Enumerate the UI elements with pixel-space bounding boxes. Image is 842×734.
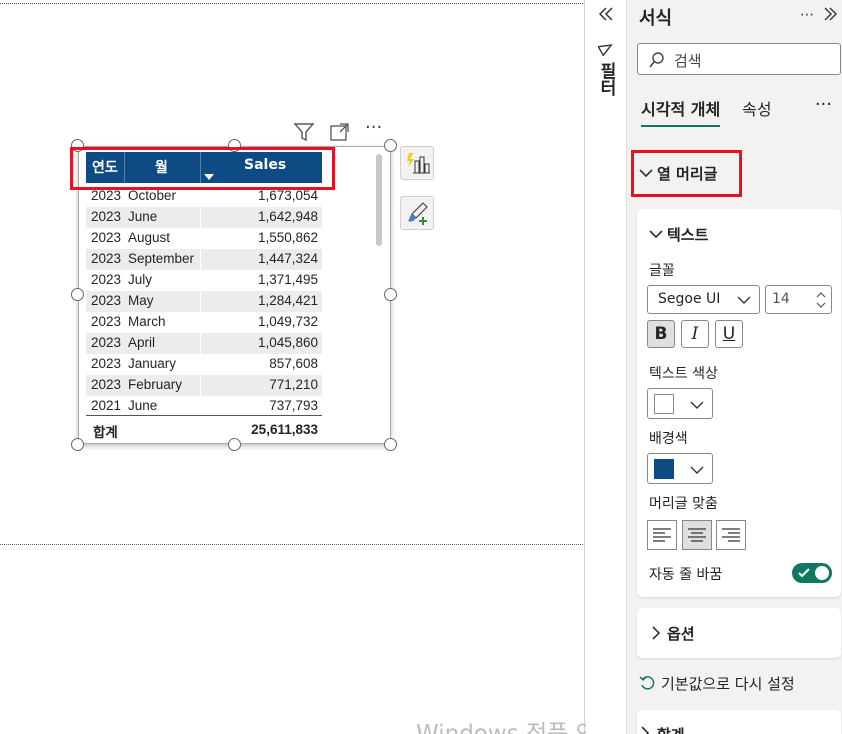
- filters-label[interactable]: 필터: [594, 62, 619, 96]
- table-row[interactable]: 2023 August 1,550,862: [86, 228, 322, 249]
- background-color-swatch: [654, 459, 674, 479]
- resize-handle[interactable]: [384, 438, 397, 451]
- text-group-label[interactable]: 텍스트: [667, 224, 708, 245]
- visual-header: ···: [293, 119, 387, 143]
- align-right-button[interactable]: [716, 520, 746, 550]
- pane-top-controls: ···: [800, 6, 838, 24]
- text-settings-card: 텍스트 글꼴 Segoe UI 14 B I U 텍스트 색상 배경색 머리글 …: [637, 209, 841, 597]
- table-scrollbar[interactable]: [376, 154, 382, 246]
- align-left-icon: [653, 528, 671, 542]
- chevron-down-icon: [690, 466, 704, 474]
- canvas-divider: [584, 0, 585, 734]
- align-right-icon: [722, 528, 740, 542]
- highlight-header-box: [70, 147, 335, 190]
- table-row[interactable]: 2023 March 1,049,732: [86, 312, 322, 333]
- focus-mode-icon[interactable]: [329, 121, 351, 143]
- chevron-right-icon: [641, 726, 650, 734]
- underline-button[interactable]: U: [715, 320, 743, 348]
- resize-handle[interactable]: [228, 438, 241, 451]
- align-center-button[interactable]: [682, 520, 712, 550]
- pane-tabs: 시각적 개체 속성: [641, 96, 772, 127]
- align-center-icon: [688, 528, 706, 542]
- filters-strip: 필터: [586, 0, 626, 734]
- more-options-icon[interactable]: ···: [800, 6, 814, 24]
- table-row[interactable]: 2021 June 737,793: [86, 396, 322, 417]
- resize-handle[interactable]: [71, 288, 84, 301]
- total-label: 합계: [93, 425, 118, 440]
- font-size-stepper[interactable]: 14: [765, 285, 832, 314]
- more-options-icon[interactable]: ···: [365, 119, 387, 143]
- reset-icon[interactable]: [639, 675, 655, 691]
- highlight-section-box: [631, 150, 742, 197]
- total-section-label: 합계: [657, 724, 685, 734]
- build-visual-button[interactable]: [400, 146, 434, 180]
- text-color-label: 텍스트 색상: [649, 366, 718, 382]
- tabs-more-icon[interactable]: ···: [815, 94, 832, 115]
- text-color-picker[interactable]: [647, 388, 713, 419]
- format-pane: 서식 ··· 검색 시각적 개체 속성 ··· 열 머리글 텍스트 글꼴 Seg…: [626, 0, 842, 734]
- format-visual-button[interactable]: [400, 196, 434, 230]
- bold-button[interactable]: B: [647, 320, 675, 348]
- font-label: 글꼴: [649, 263, 675, 279]
- header-alignment-label: 머리글 맞춤: [649, 496, 718, 512]
- reset-to-default-button[interactable]: 기본값으로 다시 설정: [661, 673, 795, 694]
- resize-handle[interactable]: [71, 438, 84, 451]
- checkmark-icon: [798, 568, 810, 578]
- background-color-label: 배경색: [649, 431, 688, 447]
- table-row[interactable]: 2023 April 1,045,860: [86, 333, 322, 354]
- align-left-button[interactable]: [647, 520, 677, 550]
- table-row[interactable]: 2023 January 857,608: [86, 354, 322, 375]
- italic-button[interactable]: I: [681, 320, 709, 348]
- options-card[interactable]: 옵션: [637, 608, 841, 658]
- font-family-value: Segoe UI: [658, 291, 721, 307]
- search-icon: [649, 52, 664, 68]
- total-section-card[interactable]: 합계: [637, 710, 841, 734]
- page-boundary-top: [0, 3, 585, 4]
- tab-visual[interactable]: 시각적 개체: [641, 96, 721, 127]
- table-row[interactable]: 2023 June 1,642,948: [86, 207, 322, 228]
- table-row[interactable]: 2023 February 771,210: [86, 375, 322, 396]
- word-wrap-toggle[interactable]: [792, 563, 832, 583]
- paintbrush-icon: [408, 202, 428, 225]
- font-size-value: 14: [772, 291, 790, 307]
- pane-title: 서식: [639, 8, 673, 29]
- search-input[interactable]: 검색: [637, 43, 841, 75]
- chevron-down-icon: [737, 296, 751, 304]
- total-row: 합계 25,611,833: [86, 415, 322, 441]
- table-row[interactable]: 2023 May 1,284,421: [86, 291, 322, 312]
- page-boundary-bottom: [0, 544, 585, 545]
- chevron-down-icon[interactable]: [649, 229, 663, 239]
- font-family-dropdown[interactable]: Segoe UI: [647, 285, 760, 314]
- filter-icon[interactable]: [293, 121, 315, 143]
- word-wrap-label: 자동 줄 바꿈: [649, 567, 723, 583]
- chevron-right-icon: [652, 626, 661, 640]
- text-color-swatch: [654, 394, 674, 414]
- options-label: 옵션: [667, 625, 695, 643]
- background-color-picker[interactable]: [647, 453, 713, 484]
- table-body: 2023 October 1,673,054 2023 June 1,642,948 2…: [86, 186, 322, 417]
- resize-handle[interactable]: [384, 288, 397, 301]
- tab-general[interactable]: 속성: [742, 96, 771, 127]
- filter-pane-icon[interactable]: [598, 40, 614, 56]
- search-placeholder: 검색: [674, 52, 702, 70]
- stepper-arrows-icon[interactable]: [816, 290, 826, 310]
- collapse-left-icon[interactable]: [597, 6, 615, 22]
- table-row[interactable]: 2023 July 1,371,495: [86, 270, 322, 291]
- table-row[interactable]: 2023 September 1,447,324: [86, 249, 322, 270]
- build-visual-icon: [407, 153, 430, 174]
- resize-handle[interactable]: [384, 139, 397, 152]
- total-value: 25,611,833: [251, 422, 318, 437]
- collapse-right-icon[interactable]: [822, 6, 838, 22]
- chevron-down-icon: [690, 401, 704, 409]
